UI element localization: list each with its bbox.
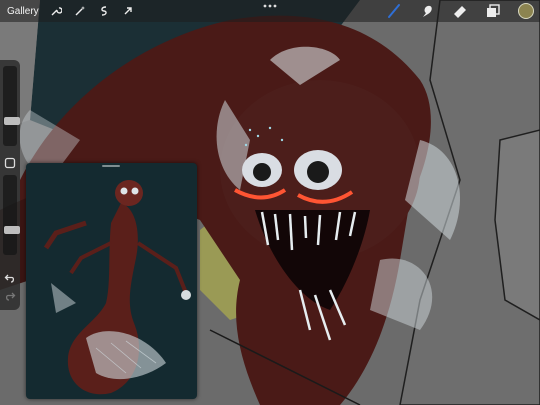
ref-arm-right	[136, 241, 188, 294]
pupil-right	[307, 161, 329, 183]
redo-icon[interactable]	[4, 290, 16, 302]
opacity-handle[interactable]	[4, 226, 20, 235]
ref-fin-small	[51, 283, 76, 313]
more-dots-icon[interactable]	[262, 3, 278, 9]
smudge-icon[interactable]	[419, 3, 435, 19]
eraser-icon[interactable]	[452, 3, 468, 19]
undo-icon[interactable]	[4, 272, 16, 284]
modify-button[interactable]	[4, 157, 16, 169]
ref-tail-fin	[43, 220, 87, 250]
magic-wand-icon[interactable]	[73, 4, 87, 18]
ref-head	[115, 180, 143, 206]
color-picker-button[interactable]	[518, 3, 534, 19]
reference-image	[43, 180, 191, 395]
right-tools	[369, 3, 534, 19]
selection-icon[interactable]	[97, 4, 111, 18]
brush-size-slider[interactable]	[3, 66, 20, 146]
ref-eye-left	[120, 187, 128, 195]
ref-arm-left	[69, 241, 112, 275]
left-sidebar	[0, 60, 20, 310]
reference-window[interactable]	[26, 163, 197, 399]
pupil-left	[253, 163, 271, 181]
wrench-icon[interactable]	[49, 4, 63, 18]
brush-size-handle[interactable]	[4, 117, 20, 126]
opacity-slider[interactable]	[3, 175, 20, 255]
ref-eye-right	[131, 187, 139, 195]
reference-drag-handle[interactable]	[102, 165, 120, 167]
transform-arrow-icon[interactable]	[121, 4, 135, 18]
brush-icon[interactable]	[386, 3, 402, 19]
layers-icon[interactable]	[485, 3, 501, 19]
current-color-swatch	[518, 3, 534, 19]
gallery-button[interactable]: Gallery	[7, 6, 39, 17]
ref-orb	[181, 290, 191, 300]
top-toolbar: Gallery	[0, 0, 540, 22]
